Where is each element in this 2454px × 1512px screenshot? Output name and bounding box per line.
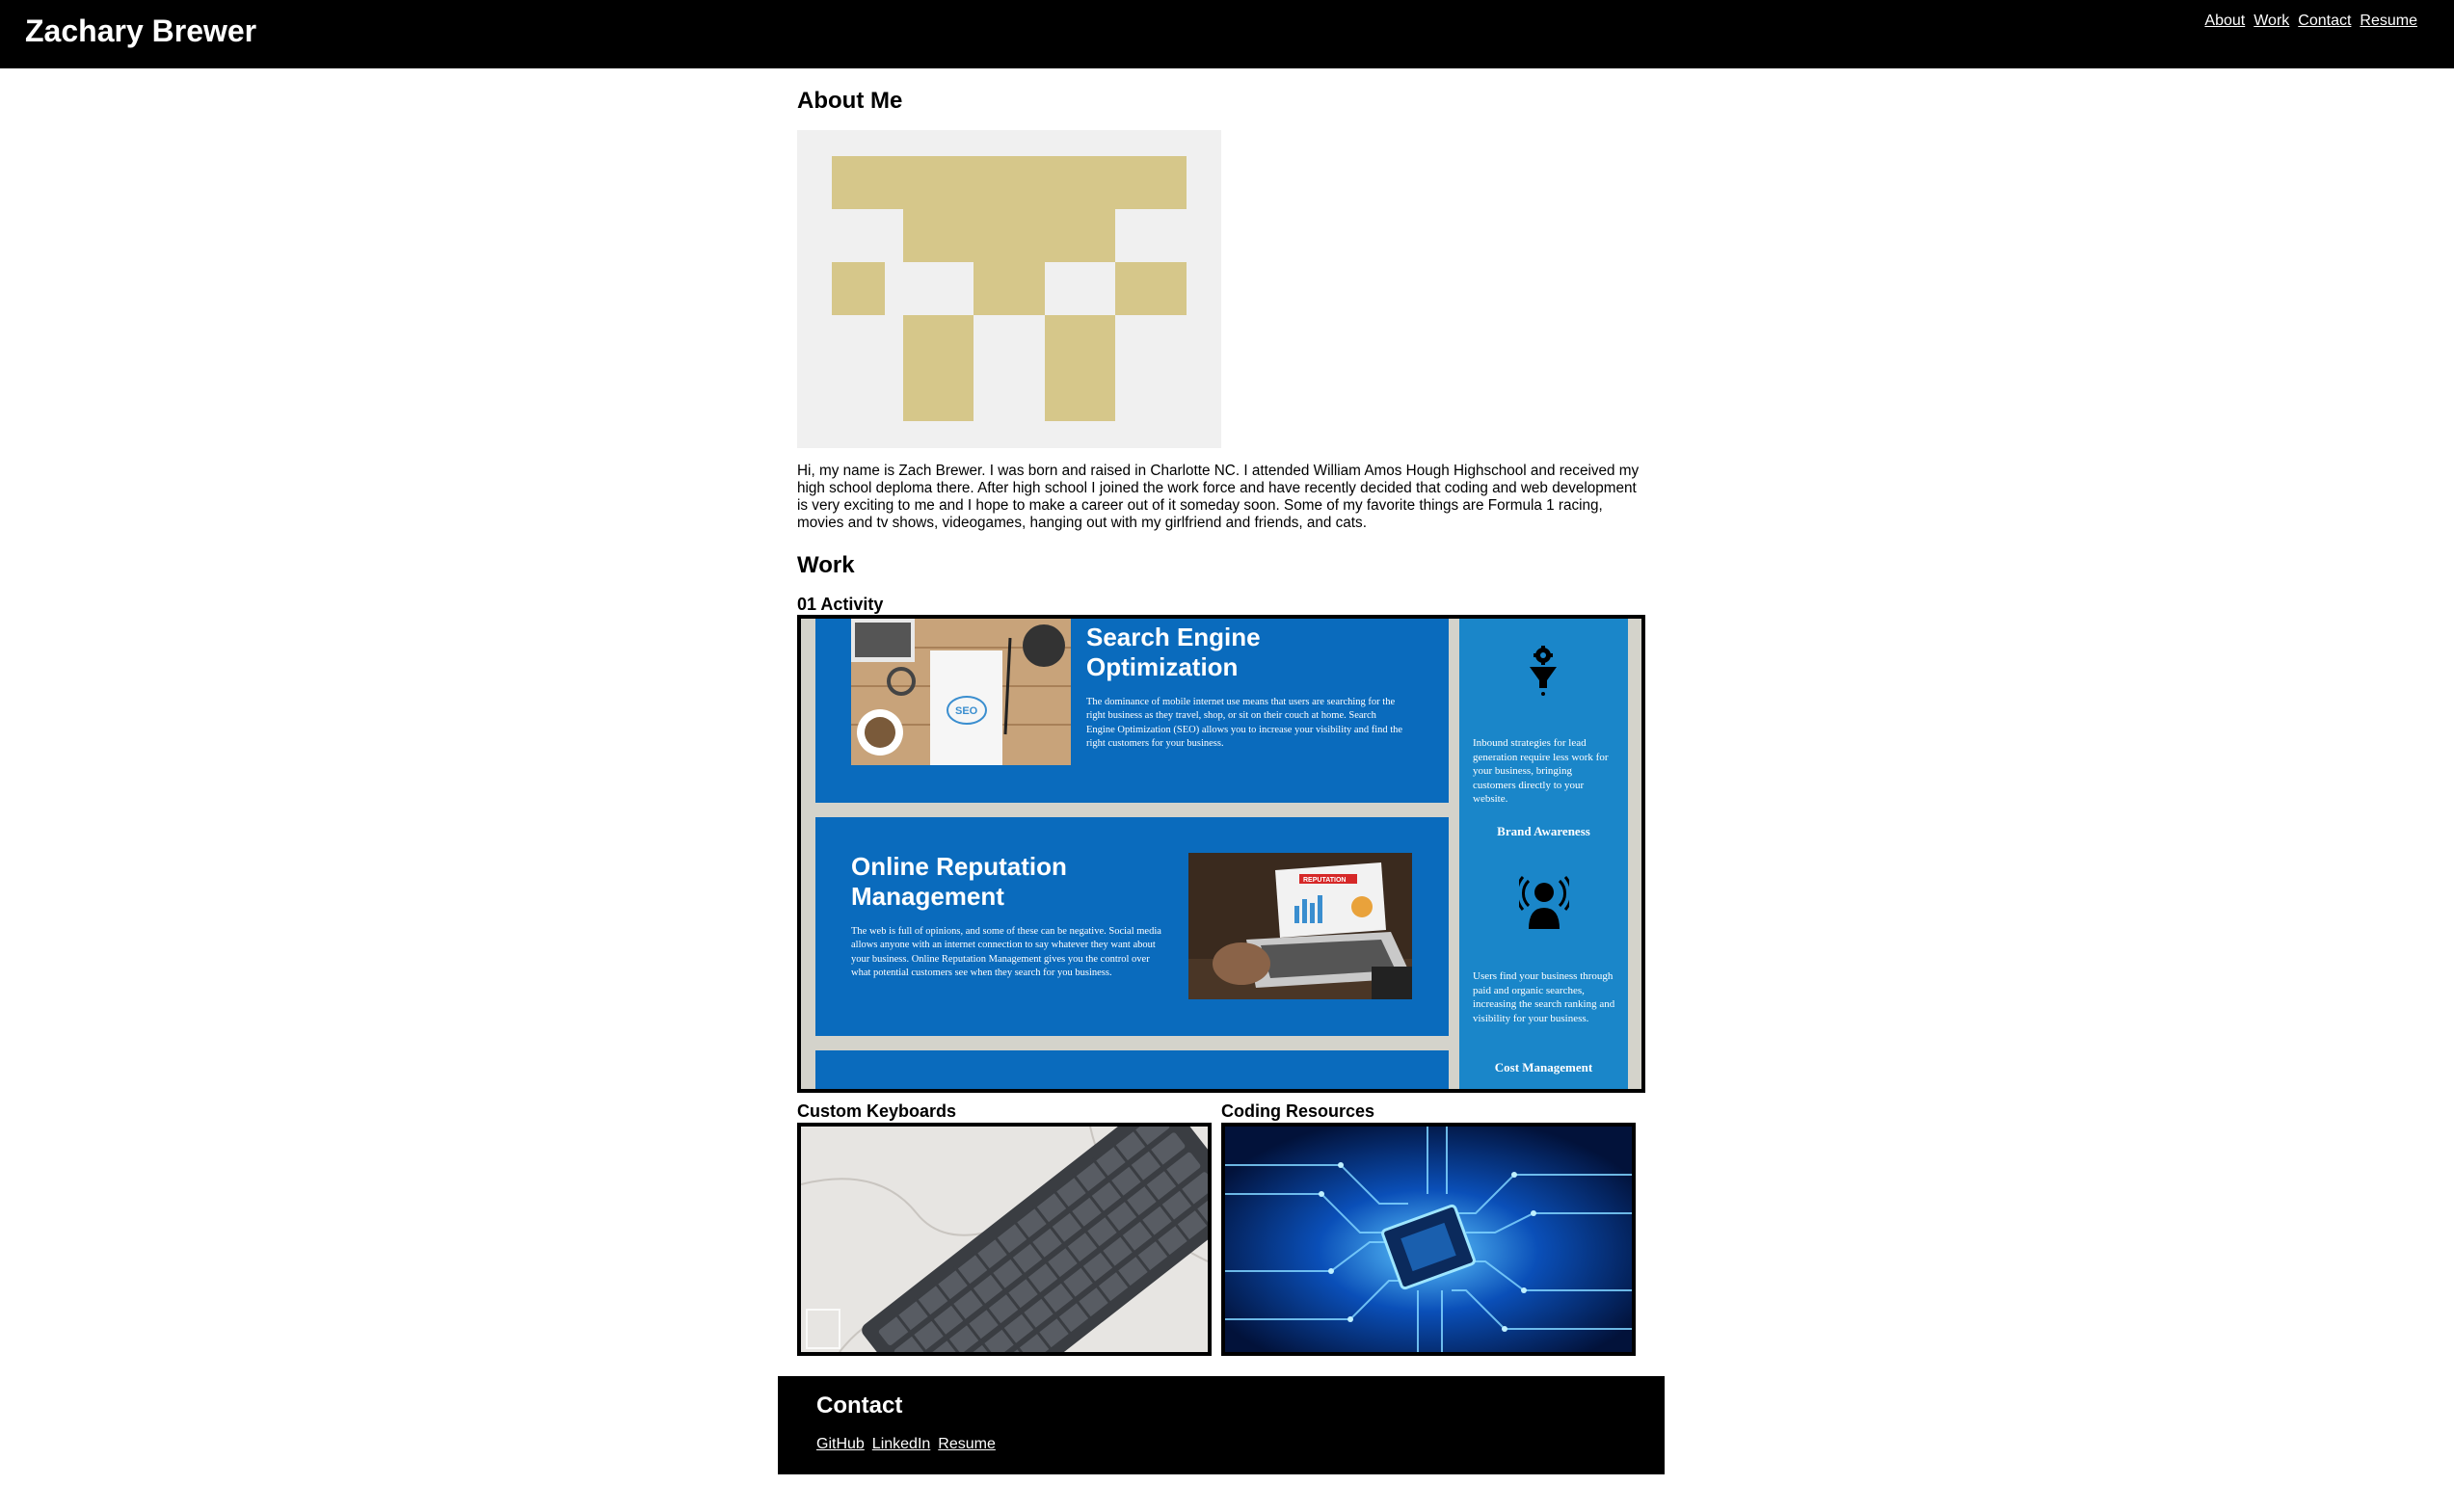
nav-link-about[interactable]: About: [2204, 11, 2245, 32]
contact-footer: Contact GitHub LinkedIn Resume: [778, 1376, 1665, 1474]
contact-links: GitHub LinkedIn Resume: [816, 1435, 996, 1454]
site-title: Zachary Brewer: [25, 13, 257, 48]
github-link[interactable]: GitHub: [816, 1435, 865, 1454]
reputation-card: Online Reputation Management The web is …: [815, 817, 1449, 1036]
work-heading: Work: [797, 552, 855, 578]
project-card-coding-resources[interactable]: [1221, 1123, 1636, 1356]
about-heading: About Me: [797, 88, 903, 114]
side-label-cost-management: Cost Management: [1494, 1060, 1593, 1074]
site-header: Zachary Brewer About Work Contact Resume: [0, 0, 2454, 68]
avatar-identicon: [797, 130, 1221, 448]
project-title-keyboards: Custom Keyboards: [797, 1101, 957, 1121]
nav-link-contact[interactable]: Contact: [2298, 11, 2351, 32]
seo-card-3-partial: [815, 1050, 1449, 1089]
funnel-icon: [1526, 646, 1560, 701]
seo-card-heading: Search Engine Optimization: [1086, 623, 1261, 681]
footer-resume-link[interactable]: Resume: [938, 1435, 996, 1454]
circuit-photo: [1225, 1127, 1632, 1352]
laptop-photo: REPUTATION: [1188, 853, 1412, 999]
contact-heading: Contact: [816, 1393, 903, 1419]
about-paragraph: Hi, my name is Zach Brewer. I was born a…: [797, 463, 1640, 531]
laptop-banner-text: REPUTATION: [1303, 877, 1346, 884]
keyboard-photo: [801, 1127, 1208, 1352]
side-text-inbound: Inbound strategies for lead generation r…: [1473, 737, 1609, 805]
nav-link-work[interactable]: Work: [2254, 11, 2289, 32]
project-title-activity: 01 Activity: [797, 595, 884, 614]
side-text-users: Users find your business through paid an…: [1473, 970, 1615, 1024]
notebook-seo-label: SEO: [955, 705, 978, 717]
desk-photo: SEO: [851, 619, 1071, 765]
top-nav: About Work Contact Resume: [2204, 11, 2417, 32]
seo-card-body: The dominance of mobile internet use mea…: [1086, 697, 1403, 749]
services-side-column: Inbound strategies for lead generation r…: [1459, 619, 1628, 1089]
project-card-activity[interactable]: SEO Search Engine Optimization The domin…: [797, 615, 1645, 1093]
broadcast-user-icon: [1515, 873, 1573, 934]
reputation-card-body: The web is full of opinions, and some of…: [851, 926, 1161, 978]
linkedin-link[interactable]: LinkedIn: [872, 1435, 931, 1454]
side-label-brand-awareness: Brand Awareness: [1497, 824, 1590, 838]
project-card-keyboards[interactable]: [797, 1123, 1212, 1356]
reputation-card-heading: Online Reputation Management: [851, 852, 1067, 911]
seo-card: SEO Search Engine Optimization The domin…: [815, 619, 1449, 803]
project-title-coding-resources: Coding Resources: [1221, 1101, 1375, 1121]
nav-link-resume[interactable]: Resume: [2360, 11, 2417, 32]
